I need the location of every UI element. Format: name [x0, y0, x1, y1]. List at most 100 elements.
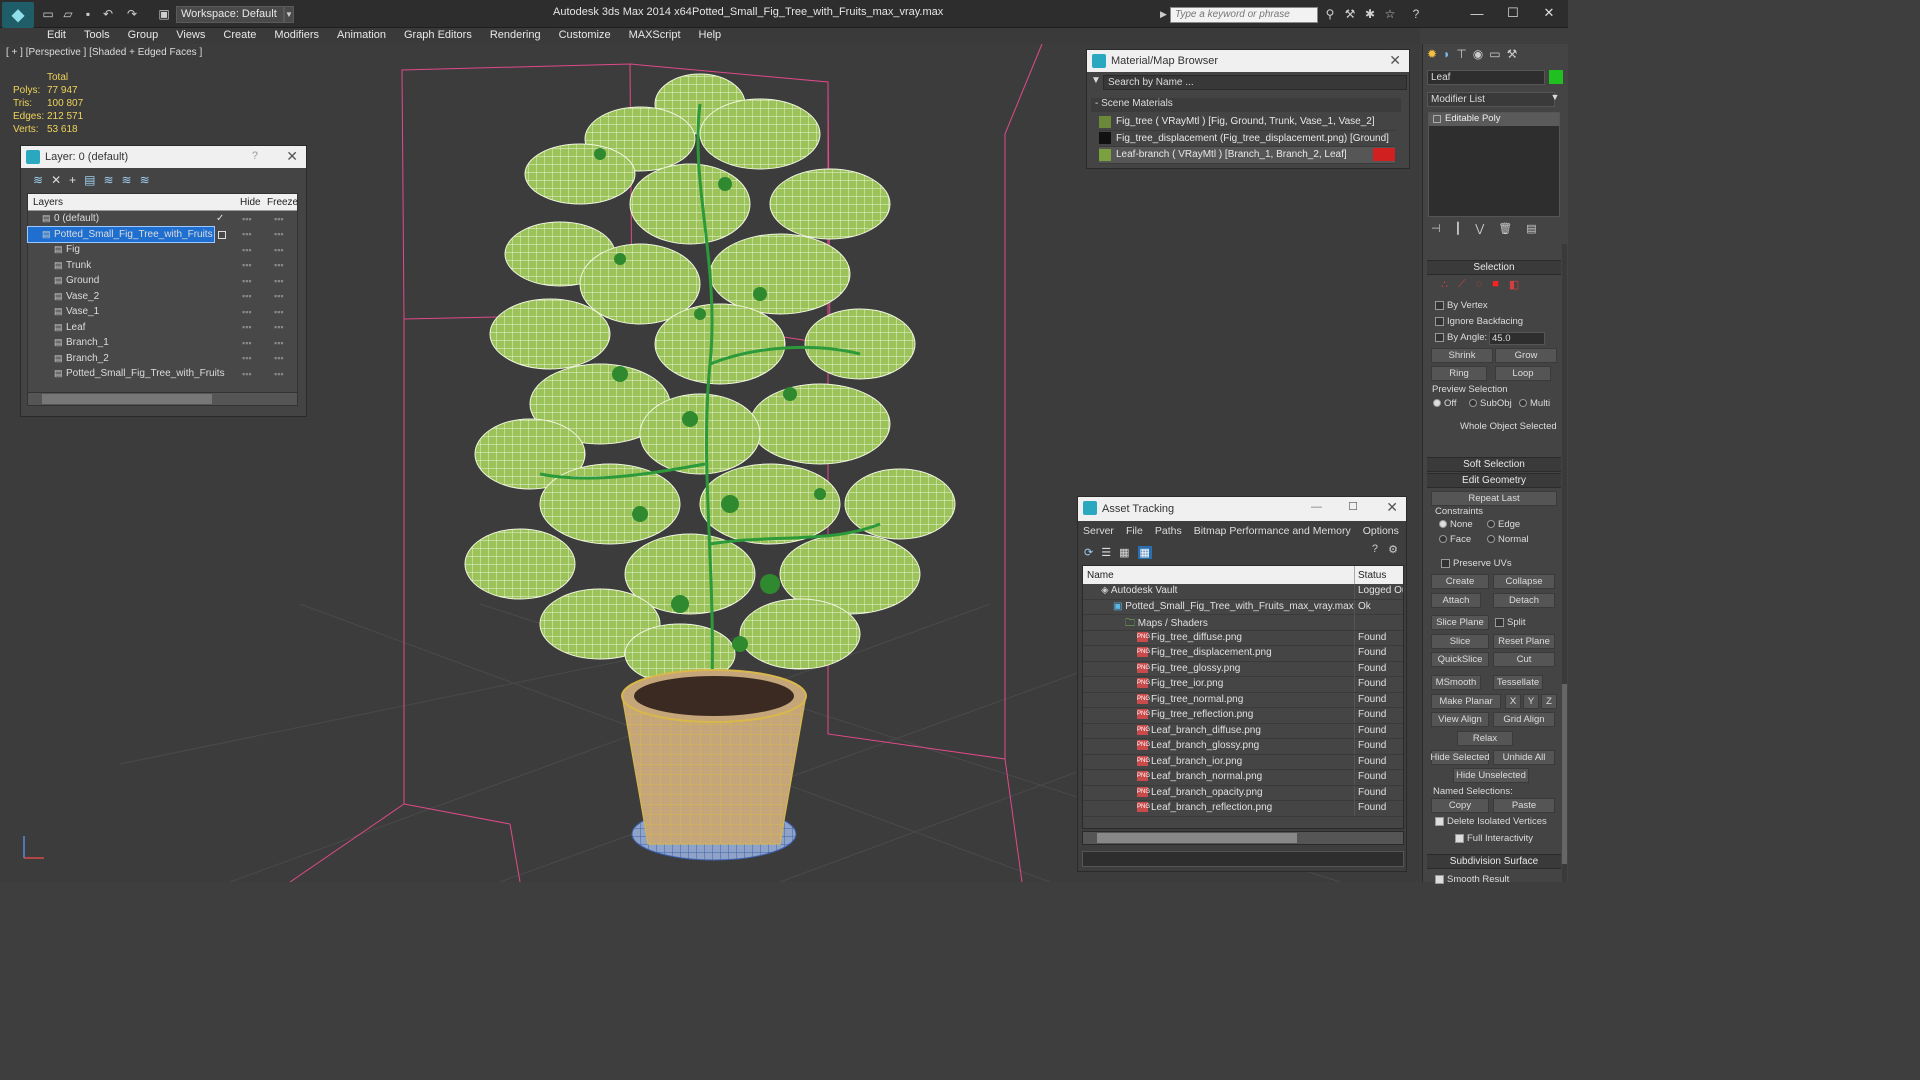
highlight-layer-icon[interactable]: ≋ — [103, 173, 113, 187]
loop-button[interactable]: Loop — [1495, 366, 1551, 381]
asset-row[interactable]: PNGFig_tree_diffuse.png Found — [1083, 630, 1403, 646]
slice-plane-button[interactable]: Slice Plane — [1431, 615, 1489, 630]
asset-scroll-thumb[interactable] — [1097, 833, 1297, 843]
preview-off-radio[interactable]: Off — [1433, 398, 1457, 409]
layer-row[interactable]: ▤ Branch_1 ▪▪▪ ▪▪▪ — [28, 335, 297, 351]
menu-rendering[interactable]: Rendering — [481, 28, 550, 44]
menu-tools[interactable]: Tools — [75, 28, 119, 44]
command-panel-scroll-thumb[interactable] — [1562, 684, 1567, 864]
grow-button[interactable]: Grow — [1495, 348, 1557, 363]
layer-hide-toggle[interactable]: ▪▪▪ — [242, 276, 252, 286]
layer-freeze-toggle[interactable]: ▪▪▪ — [274, 245, 284, 255]
material-search-input[interactable]: Search by Name ... — [1103, 75, 1407, 90]
create-button[interactable]: Create — [1431, 574, 1489, 589]
delete-layer-icon[interactable]: ✕ — [51, 173, 61, 187]
hierarchy-tab-icon[interactable]: ⊤ — [1456, 47, 1466, 61]
polygon-mode-icon[interactable]: ■ — [1492, 278, 1499, 291]
layer-row[interactable]: ▤ Potted_Small_Fig_Tree_with_Fruits ▪▪▪ ▪▪▪ — [28, 366, 297, 382]
asset-row[interactable]: PNGLeaf_branch_ior.png Found — [1083, 754, 1403, 770]
object-color-swatch[interactable] — [1549, 70, 1563, 84]
asset-options-icon[interactable]: ⚙ — [1388, 543, 1398, 556]
asset-row[interactable]: PNGLeaf_branch_opacity.png Found — [1083, 785, 1403, 801]
asset-menu-file[interactable]: File — [1126, 525, 1143, 537]
display-tab-icon[interactable]: ▭ — [1489, 47, 1500, 61]
material-browser-close-icon[interactable]: ✕ — [1389, 52, 1401, 69]
layer-row[interactable]: ▤ Vase_1 ▪▪▪ ▪▪▪ — [28, 304, 297, 320]
project-folder-icon[interactable]: ▣ — [156, 6, 172, 22]
asset-row[interactable]: PNGFig_tree_reflection.png Found — [1083, 708, 1403, 724]
material-item[interactable]: Leaf-branch ( VRayMtl ) [Branch_1, Branc… — [1099, 147, 1395, 164]
layer-row[interactable]: ▤ Potted_Small_Fig_Tree_with_Fruits ▪▪▪ ▪▪▪ — [27, 225, 284, 243]
soft-selection-rollout-header[interactable]: Soft Selection — [1427, 457, 1561, 472]
layer-panel-titlebar[interactable]: Layer: 0 (default) ? ✕ — [21, 146, 306, 168]
asset-help-icon[interactable]: ? — [1372, 543, 1378, 555]
menu-views[interactable]: Views — [167, 28, 214, 44]
asset-row[interactable]: PNGFig_tree_ior.png Found — [1083, 677, 1403, 693]
repeat-last-button[interactable]: Repeat Last — [1431, 491, 1557, 506]
menu-create[interactable]: Create — [214, 28, 265, 44]
preview-multi-radio[interactable]: Multi — [1519, 398, 1550, 409]
material-item[interactable]: Fig_tree_displacement (Fig_tree_displace… — [1099, 131, 1395, 147]
make-planar-button[interactable]: Make Planar — [1431, 694, 1501, 709]
modify-tab-icon[interactable]: ◗ — [1443, 47, 1450, 61]
shrink-button[interactable]: Shrink — [1431, 348, 1493, 363]
by-angle-checkbox[interactable]: By Angle: — [1435, 332, 1487, 343]
configure-modifier-sets-icon[interactable]: ▤ — [1526, 222, 1536, 235]
selection-rollout-header[interactable]: Selection — [1427, 260, 1561, 275]
planar-z-button[interactable]: Z — [1541, 694, 1557, 709]
layer-row[interactable]: ▤ Leaf ▪▪▪ ▪▪▪ — [28, 320, 297, 336]
layer-row[interactable]: ▤ 0 (default) ▪▪▪ ▪▪▪ ✓ — [28, 211, 297, 227]
asset-row[interactable]: PNGFig_tree_normal.png Found — [1083, 692, 1403, 708]
ring-button[interactable]: Ring — [1431, 366, 1487, 381]
menu-edit[interactable]: Edit — [38, 28, 75, 44]
undo-icon[interactable]: ↶ — [100, 6, 116, 22]
constraint-normal-radio[interactable]: Normal — [1487, 534, 1529, 545]
pin-stack-icon[interactable]: ⊣ — [1431, 222, 1441, 235]
copy-selection-button[interactable]: Copy — [1431, 798, 1489, 813]
asset-row[interactable]: PNGLeaf_branch_normal.png Found — [1083, 770, 1403, 786]
add-to-layer-icon[interactable]: + — [69, 173, 76, 187]
maximize-icon[interactable]: ☐ — [1502, 3, 1524, 23]
attach-button[interactable]: Attach — [1431, 593, 1481, 608]
layer-freeze-toggle[interactable]: ▪▪▪ — [274, 338, 284, 348]
planar-x-button[interactable]: X — [1505, 694, 1521, 709]
material-browser-titlebar[interactable]: Material/Map Browser ✕ — [1087, 50, 1409, 72]
layer-hide-toggle[interactable]: ▪▪▪ — [242, 229, 252, 239]
hide-selected-button[interactable]: Hide Selected — [1430, 750, 1490, 765]
delete-isolated-checkbox[interactable]: Delete Isolated Vertices — [1435, 816, 1547, 827]
layer-help-icon[interactable]: ? — [252, 150, 258, 162]
close-icon[interactable]: ✕ — [1538, 3, 1560, 23]
asset-row[interactable]: PNGFig_tree_displacement.png Found — [1083, 646, 1403, 662]
layer-freeze-toggle[interactable]: ▪▪▪ — [274, 353, 284, 363]
cut-button[interactable]: Cut — [1493, 652, 1555, 667]
freeze-all-layers-icon[interactable]: ≋ — [140, 173, 150, 187]
workspace-dropdown[interactable]: Workspace: Default — [176, 6, 284, 23]
layer-hide-toggle[interactable]: ▪▪▪ — [242, 353, 252, 363]
hide-all-layers-icon[interactable]: ≋ — [122, 173, 132, 187]
asset-row[interactable]: ◈ Autodesk Vault Logged Ou — [1083, 584, 1403, 600]
viewport-label[interactable]: [ + ] [Perspective ] [Shaded + Edged Fac… — [6, 47, 202, 58]
scene-materials-header[interactable]: - Scene Materials — [1091, 98, 1401, 112]
unhide-all-button[interactable]: Unhide All — [1493, 750, 1555, 765]
list-view-icon[interactable]: ☰ — [1101, 546, 1111, 559]
layer-close-icon[interactable]: ✕ — [286, 148, 298, 165]
reset-plane-button[interactable]: Reset Plane — [1493, 634, 1555, 649]
layer-row[interactable]: ▤ Branch_2 ▪▪▪ ▪▪▪ — [28, 351, 297, 367]
asset-row[interactable]: PNGLeaf_branch_reflection.png Found — [1083, 801, 1403, 817]
by-vertex-checkbox[interactable]: By Vertex — [1435, 300, 1488, 311]
layer-hide-toggle[interactable]: ▪▪▪ — [242, 369, 252, 379]
menu-maxscript[interactable]: MAXScript — [620, 28, 690, 44]
layer-row[interactable]: ▤ Fig ▪▪▪ ▪▪▪ — [28, 242, 297, 258]
vertex-mode-icon[interactable]: ∴ — [1441, 278, 1448, 291]
constraint-edge-radio[interactable]: Edge — [1487, 519, 1520, 530]
preserve-uvs-checkbox[interactable]: Preserve UVs — [1441, 558, 1512, 569]
minimize-icon[interactable]: — — [1466, 3, 1488, 23]
split-checkbox[interactable]: Split — [1495, 617, 1525, 628]
new-file-icon[interactable]: ▭ — [40, 6, 56, 22]
asset-menu-options[interactable]: Options — [1363, 525, 1399, 537]
smooth-result-checkbox[interactable]: Smooth Result — [1435, 874, 1509, 885]
preview-subobj-radio[interactable]: SubObj — [1469, 398, 1512, 409]
table-view-icon[interactable]: ▦ — [1137, 545, 1152, 559]
layer-freeze-toggle[interactable]: ▪▪▪ — [274, 276, 284, 286]
layer-hide-toggle[interactable]: ▪▪▪ — [242, 322, 252, 332]
